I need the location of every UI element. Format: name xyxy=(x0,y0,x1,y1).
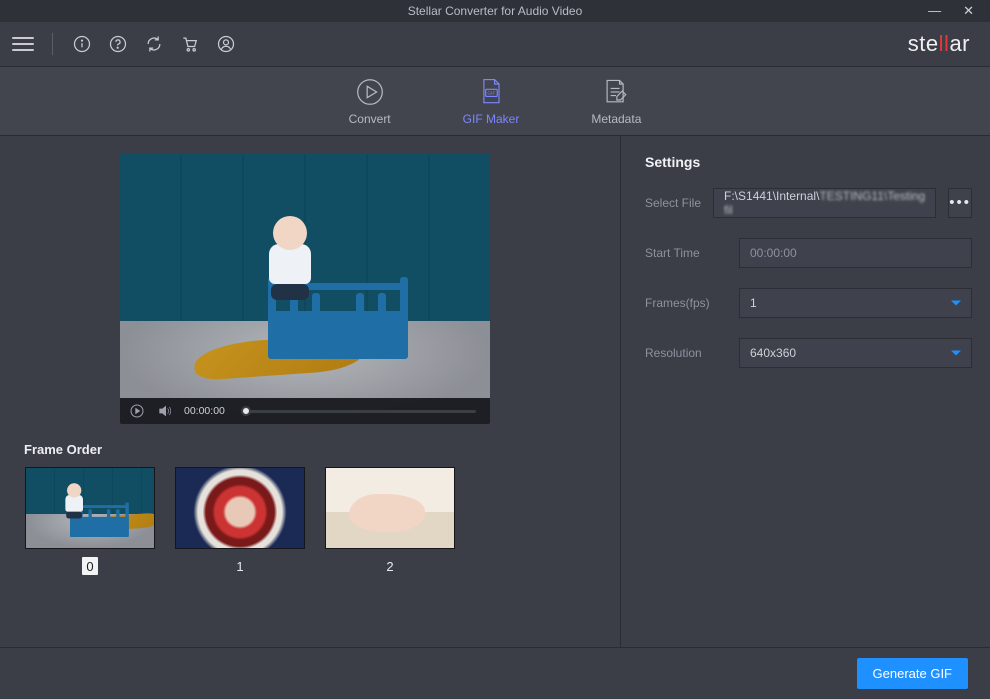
gif-file-icon: GIF xyxy=(473,76,509,108)
tab-metadata-label: Metadata xyxy=(591,112,641,126)
main-area: 00:00:00 Frame Order 0 1 2 xyxy=(0,136,990,647)
resolution-value: 640x360 xyxy=(750,346,796,360)
left-pane: 00:00:00 Frame Order 0 1 2 xyxy=(0,136,620,647)
setting-start-time: Start Time 00:00:00 xyxy=(645,238,972,268)
frame-item: 1 xyxy=(174,467,306,575)
tab-convert[interactable]: Convert xyxy=(349,76,391,126)
tab-metadata[interactable]: Metadata xyxy=(591,76,641,126)
setting-frames-fps: Frames(fps) 1 xyxy=(645,288,972,318)
brand-logo: stellar xyxy=(908,31,978,57)
refresh-icon[interactable] xyxy=(143,33,165,55)
user-icon[interactable] xyxy=(215,33,237,55)
resolution-select[interactable]: 640x360 xyxy=(739,338,972,368)
setting-resolution: Resolution 640x360 xyxy=(645,338,972,368)
close-button[interactable]: ✕ xyxy=(963,3,974,19)
browse-button[interactable]: ••• xyxy=(948,188,972,218)
metadata-icon xyxy=(598,76,634,108)
frames-fps-value: 1 xyxy=(750,296,757,310)
ribbon-tabs: Convert GIF GIF Maker Metadata xyxy=(0,66,990,136)
play-button[interactable] xyxy=(128,402,146,420)
setting-select-file: Select File F:\S1441\Internal\TESTING11\… xyxy=(645,188,972,218)
start-time-value: 00:00:00 xyxy=(750,246,797,260)
chevron-down-icon xyxy=(951,301,961,306)
frame-thumbnail-1[interactable] xyxy=(175,467,305,549)
frame-thumbnail-2[interactable] xyxy=(325,467,455,549)
tab-convert-label: Convert xyxy=(349,112,391,126)
tab-gif-maker[interactable]: GIF GIF Maker xyxy=(463,76,520,126)
frames-row: 0 1 2 xyxy=(24,467,620,575)
brand-part3: ar xyxy=(949,31,970,56)
frame-thumbnail-0[interactable] xyxy=(25,467,155,549)
start-time-label: Start Time xyxy=(645,246,727,260)
chevron-down-icon xyxy=(951,351,961,356)
cart-icon[interactable] xyxy=(179,33,201,55)
select-file-field[interactable]: F:\S1441\Internal\TESTING11\Testing fil xyxy=(713,188,936,218)
generate-gif-button[interactable]: Generate GIF xyxy=(857,658,968,689)
frame-item: 0 xyxy=(24,467,156,575)
frame-index[interactable]: 0 xyxy=(82,557,98,575)
window-title: Stellar Converter for Audio Video xyxy=(0,4,990,18)
brand-part1: ste xyxy=(908,31,939,56)
frame-index[interactable]: 2 xyxy=(382,557,398,575)
frame-index[interactable]: 1 xyxy=(232,557,248,575)
menu-button[interactable] xyxy=(12,33,34,55)
player-bar: 00:00:00 xyxy=(120,398,490,424)
tab-gif-maker-label: GIF Maker xyxy=(463,112,520,126)
title-bar: Stellar Converter for Audio Video — ✕ xyxy=(0,0,990,22)
select-file-label: Select File xyxy=(645,196,701,210)
minimize-button[interactable]: — xyxy=(928,3,941,19)
settings-pane: Settings Select File F:\S1441\Internal\T… xyxy=(620,136,990,647)
frame-order-label: Frame Order xyxy=(24,442,620,457)
video-preview[interactable]: 00:00:00 xyxy=(120,154,490,424)
frames-fps-label: Frames(fps) xyxy=(645,296,727,310)
resolution-label: Resolution xyxy=(645,346,727,360)
help-icon[interactable] xyxy=(107,33,129,55)
frame-item: 2 xyxy=(324,467,456,575)
top-toolbar: stellar xyxy=(0,22,990,66)
volume-button[interactable] xyxy=(156,402,174,420)
frames-fps-select[interactable]: 1 xyxy=(739,288,972,318)
svg-text:GIF: GIF xyxy=(487,91,495,97)
bottom-bar: Generate GIF xyxy=(0,647,990,699)
player-time: 00:00:00 xyxy=(184,405,225,417)
toolbar-separator xyxy=(52,33,53,55)
play-circle-icon xyxy=(352,76,388,108)
info-icon[interactable] xyxy=(71,33,93,55)
progress-slider[interactable] xyxy=(241,410,476,413)
select-file-value: F:\S1441\Internal\TESTING11\Testing fil xyxy=(724,189,925,217)
brand-part2: ll xyxy=(939,31,950,56)
start-time-field[interactable]: 00:00:00 xyxy=(739,238,972,268)
settings-title: Settings xyxy=(645,154,972,170)
